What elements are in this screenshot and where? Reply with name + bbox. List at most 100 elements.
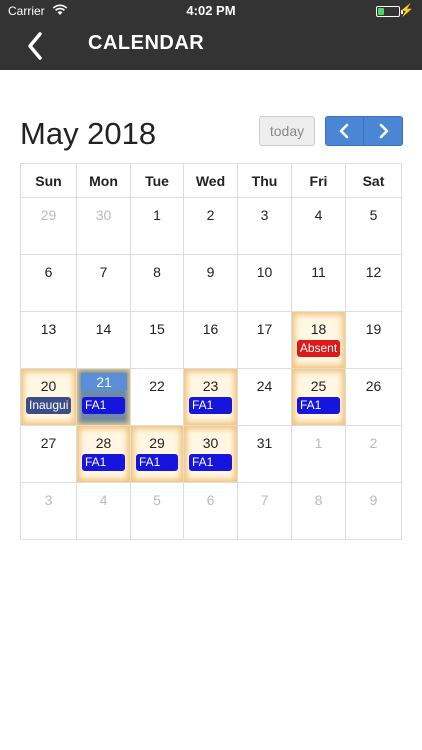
weekday-label-fri: Fri <box>292 164 346 198</box>
day-cell[interactable]: 10 <box>238 255 292 312</box>
today-button[interactable]: today <box>259 116 315 146</box>
day-number: 30 <box>202 435 219 451</box>
day-cell[interactable]: 2 <box>346 426 402 483</box>
day-cell[interactable]: 5 <box>346 198 402 255</box>
day-cell[interactable]: 28 FA1 <box>77 426 131 483</box>
back-button[interactable] <box>22 26 52 66</box>
day-number: 9 <box>369 492 378 508</box>
day-cell[interactable]: 7 <box>238 483 292 540</box>
day-cell[interactable]: 27 <box>21 426 77 483</box>
status-time: 4:02 PM <box>186 3 236 18</box>
day-cell[interactable]: 17 <box>238 312 292 369</box>
navigation-bar: CALENDAR <box>0 22 422 70</box>
weekday-label-sun: Sun <box>21 164 77 198</box>
day-cell[interactable]: 24 <box>238 369 292 426</box>
day-cell[interactable]: 26 <box>346 369 402 426</box>
day-cell[interactable]: 25 FA1 <box>292 369 346 426</box>
day-number: 5 <box>153 492 161 508</box>
day-cell[interactable]: 1 <box>292 426 346 483</box>
weekday-label-thu: Thu <box>238 164 292 198</box>
day-cell[interactable]: 4 <box>292 198 346 255</box>
day-cell[interactable]: 4 <box>77 483 131 540</box>
day-cell[interactable]: 6 <box>184 483 238 540</box>
day-number: 9 <box>206 264 215 280</box>
day-cell[interactable]: 23 FA1 <box>184 369 238 426</box>
day-number: 13 <box>40 321 57 337</box>
day-cell[interactable]: 2 <box>184 198 238 255</box>
day-cell[interactable]: 1 <box>131 198 184 255</box>
day-number: 11 <box>311 264 326 280</box>
weekday-label-mon: Mon <box>77 164 131 198</box>
event-badge[interactable]: FA1 <box>189 397 232 414</box>
day-number: 7 <box>99 264 108 280</box>
day-number: 28 <box>95 435 112 451</box>
day-number: 16 <box>202 321 219 337</box>
weekday-label-wed: Wed <box>184 164 238 198</box>
day-number: 10 <box>256 264 273 280</box>
day-cell[interactable]: 21 FA1 <box>77 369 131 426</box>
day-number: 27 <box>40 435 57 451</box>
day-number: 31 <box>256 435 273 451</box>
day-cell[interactable]: 7 <box>77 255 131 312</box>
day-cell[interactable]: 12 <box>346 255 402 312</box>
day-number: 1 <box>153 207 161 223</box>
day-number: 8 <box>153 264 161 280</box>
day-cell[interactable]: 20 Inaugui <box>21 369 77 426</box>
day-number: 3 <box>260 207 269 223</box>
day-number: 17 <box>256 321 273 337</box>
weekday-label-sat: Sat <box>346 164 402 198</box>
week-row: 27 28 FA1 29 FA1 30 FA1 31 1 2 <box>21 426 403 483</box>
charging-icon: ⚡ <box>399 3 414 17</box>
day-cell[interactable]: 11 <box>292 255 346 312</box>
event-badge[interactable]: FA1 <box>136 454 178 471</box>
day-cell[interactable]: 31 <box>238 426 292 483</box>
day-number: 26 <box>365 378 382 394</box>
day-number: 25 <box>310 378 327 394</box>
event-badge[interactable]: Inaugui <box>26 397 71 414</box>
day-number: 19 <box>365 321 382 337</box>
day-cell[interactable]: 30 FA1 <box>184 426 238 483</box>
day-cell[interactable]: 15 <box>131 312 184 369</box>
day-cell[interactable]: 16 <box>184 312 238 369</box>
day-cell[interactable]: 18 Absent <box>292 312 346 369</box>
event-badge[interactable]: FA1 <box>297 397 340 414</box>
day-cell[interactable]: 14 <box>77 312 131 369</box>
day-cell[interactable]: 8 <box>131 255 184 312</box>
day-number: 12 <box>365 264 382 280</box>
day-cell[interactable]: 29 FA1 <box>131 426 184 483</box>
event-badge[interactable]: Absent <box>297 340 340 357</box>
event-badge[interactable]: FA1 <box>189 454 232 471</box>
prev-month-button[interactable] <box>326 117 364 145</box>
day-number: 18 <box>310 321 327 337</box>
battery-icon <box>376 6 403 17</box>
day-cell[interactable]: 8 <box>292 483 346 540</box>
event-badge[interactable]: FA1 <box>82 397 125 414</box>
day-number: 2 <box>206 207 215 223</box>
next-month-button[interactable] <box>365 117 403 145</box>
day-cell[interactable]: 19 <box>346 312 402 369</box>
page-title: CALENDAR <box>88 32 205 54</box>
day-number: 14 <box>95 321 112 337</box>
day-number: 23 <box>202 378 219 394</box>
day-cell[interactable]: 9 <box>184 255 238 312</box>
day-cell[interactable]: 9 <box>346 483 402 540</box>
day-number: 6 <box>206 492 215 508</box>
event-badge[interactable]: FA1 <box>82 454 125 471</box>
day-cell[interactable]: 22 <box>131 369 184 426</box>
day-cell[interactable]: 3 <box>21 483 77 540</box>
day-cell[interactable]: 5 <box>131 483 184 540</box>
day-cell[interactable]: 29 <box>21 198 77 255</box>
status-bar: Carrier 4:02 PM ⚡ <box>0 0 422 22</box>
weekday-header: Sun Mon Tue Wed Thu Fri Sat <box>21 164 403 198</box>
chevron-right-icon <box>379 123 389 139</box>
day-cell[interactable]: 3 <box>238 198 292 255</box>
day-cell[interactable]: 30 <box>77 198 131 255</box>
day-cell[interactable]: 13 <box>21 312 77 369</box>
day-number: 4 <box>314 207 323 223</box>
week-row: 20 Inaugui 21 FA1 22 23 FA1 24 25 FA1 26 <box>21 369 403 426</box>
chevron-left-icon <box>339 123 349 139</box>
day-number: 4 <box>99 492 108 508</box>
day-number: 24 <box>256 378 273 394</box>
day-number: 15 <box>149 321 165 337</box>
day-cell[interactable]: 6 <box>21 255 77 312</box>
